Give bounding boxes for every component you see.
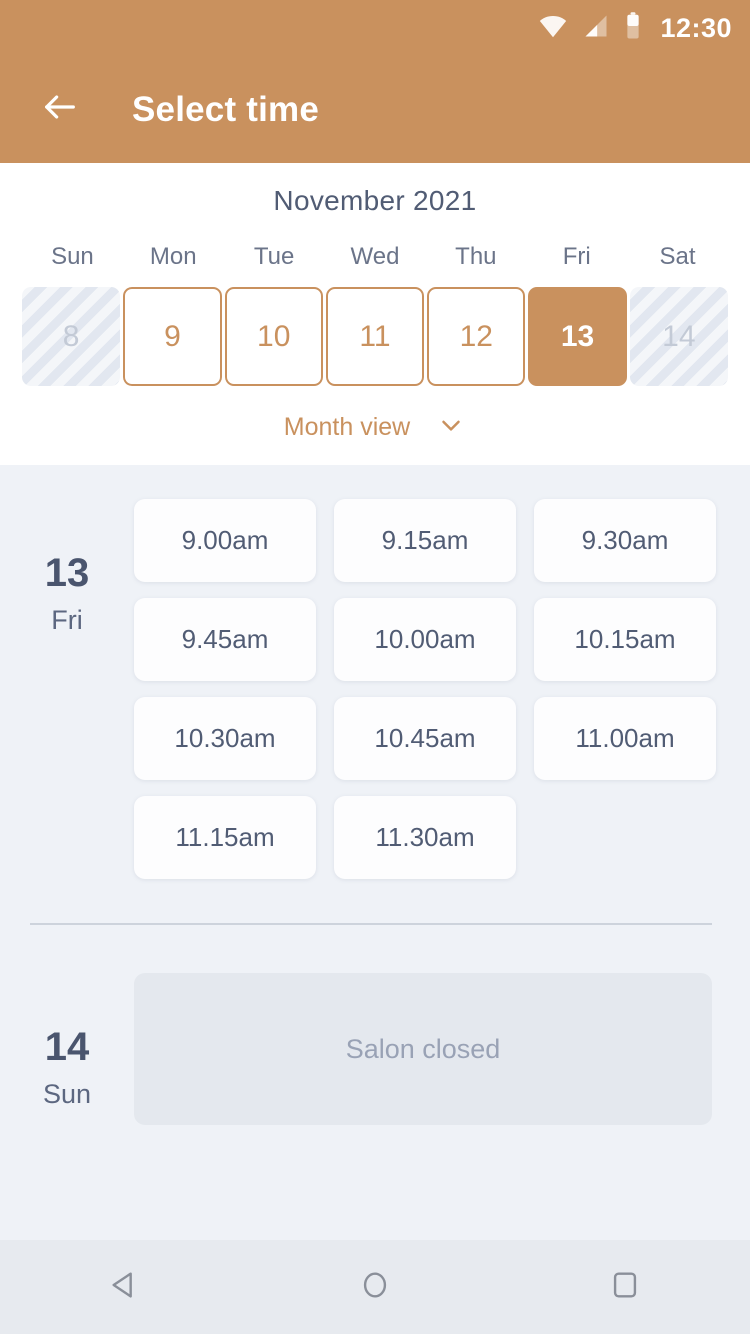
back-nav-icon — [108, 1268, 142, 1307]
schedule-date-number: 14 — [44, 1025, 90, 1069]
weekday-label: Sun — [51, 243, 94, 270]
android-navigation-bar — [0, 1240, 750, 1334]
calendar-weekday-header: Sun Mon Tue Wed Thu Fri Sat — [0, 225, 750, 271]
time-slot[interactable]: 10.45am — [334, 697, 516, 780]
salon-closed-notice: Salon closed — [134, 973, 712, 1125]
weekday-label: Sat — [659, 243, 696, 270]
status-bar: 12:30 — [0, 0, 750, 56]
time-slot[interactable]: 10.15am — [534, 598, 716, 681]
month-view-toggle[interactable]: Month view — [0, 386, 750, 445]
battery-icon — [624, 11, 642, 46]
time-slot[interactable]: 11.15am — [134, 796, 316, 879]
time-slot[interactable]: 9.00am — [134, 499, 316, 582]
calendar-day-cell-selected[interactable]: 13 — [528, 287, 627, 386]
cellular-signal-icon — [582, 12, 610, 45]
recents-nav-icon — [608, 1268, 642, 1307]
calendar-day-cell[interactable]: 12 — [427, 287, 526, 386]
time-slot[interactable]: 9.45am — [134, 598, 316, 681]
schedule-day-label: 13 Fri — [0, 499, 134, 879]
back-button[interactable] — [34, 84, 86, 136]
weekday-label: Tue — [253, 243, 295, 270]
chevron-down-icon — [436, 410, 466, 445]
page-title: Select time — [132, 89, 320, 129]
calendar-panel: November 2021 Sun Mon Tue Wed Thu Fri Sa… — [0, 163, 750, 465]
calendar-day-cell: 8 — [22, 287, 121, 386]
weekday-label: Fri — [562, 243, 591, 270]
schedule-day-name: Sun — [42, 1079, 92, 1109]
calendar-month-title: November 2021 — [273, 185, 477, 216]
schedule-date-number: 13 — [44, 551, 90, 595]
weekday-label: Thu — [455, 243, 497, 270]
calendar-day-cell[interactable]: 10 — [224, 287, 323, 386]
schedule-area: 13 Fri 9.00am 9.15am 9.30am 9.45am 10.00… — [0, 465, 750, 1125]
calendar-day-strip: 8 9 10 11 12 13 14 — [0, 271, 750, 386]
time-slot[interactable]: 9.30am — [534, 499, 716, 582]
time-slot[interactable]: 10.00am — [334, 598, 516, 681]
home-nav-icon — [358, 1268, 392, 1307]
nav-home-button[interactable] — [330, 1252, 420, 1322]
weekday-label: Wed — [350, 243, 400, 270]
calendar-day-cell[interactable]: 9 — [123, 287, 222, 386]
app-bar: Select time — [0, 56, 750, 163]
back-arrow-icon — [40, 87, 80, 132]
schedule-day-label: 14 Sun — [0, 973, 134, 1125]
wifi-icon — [538, 11, 568, 46]
time-slot-grid: 9.00am 9.15am 9.30am 9.45am 10.00am 10.1… — [134, 499, 750, 879]
schedule-day-name: Fri — [51, 605, 83, 635]
schedule-day-13: 13 Fri 9.00am 9.15am 9.30am 9.45am 10.00… — [0, 499, 750, 879]
status-bar-clock: 12:30 — [660, 12, 732, 43]
nav-back-button[interactable] — [80, 1252, 170, 1322]
time-slot[interactable]: 9.15am — [334, 499, 516, 582]
nav-recents-button[interactable] — [580, 1252, 670, 1322]
time-slot[interactable]: 11.00am — [534, 697, 716, 780]
weekday-label: Mon — [149, 243, 197, 270]
calendar-day-cell[interactable]: 11 — [325, 287, 425, 386]
schedule-day-14: 14 Sun Salon closed — [0, 925, 750, 1125]
month-view-label: Month view — [283, 413, 411, 441]
time-slot[interactable]: 10.30am — [134, 697, 316, 780]
time-slot[interactable]: 11.30am — [334, 796, 516, 879]
calendar-day-cell: 14 — [629, 287, 728, 386]
